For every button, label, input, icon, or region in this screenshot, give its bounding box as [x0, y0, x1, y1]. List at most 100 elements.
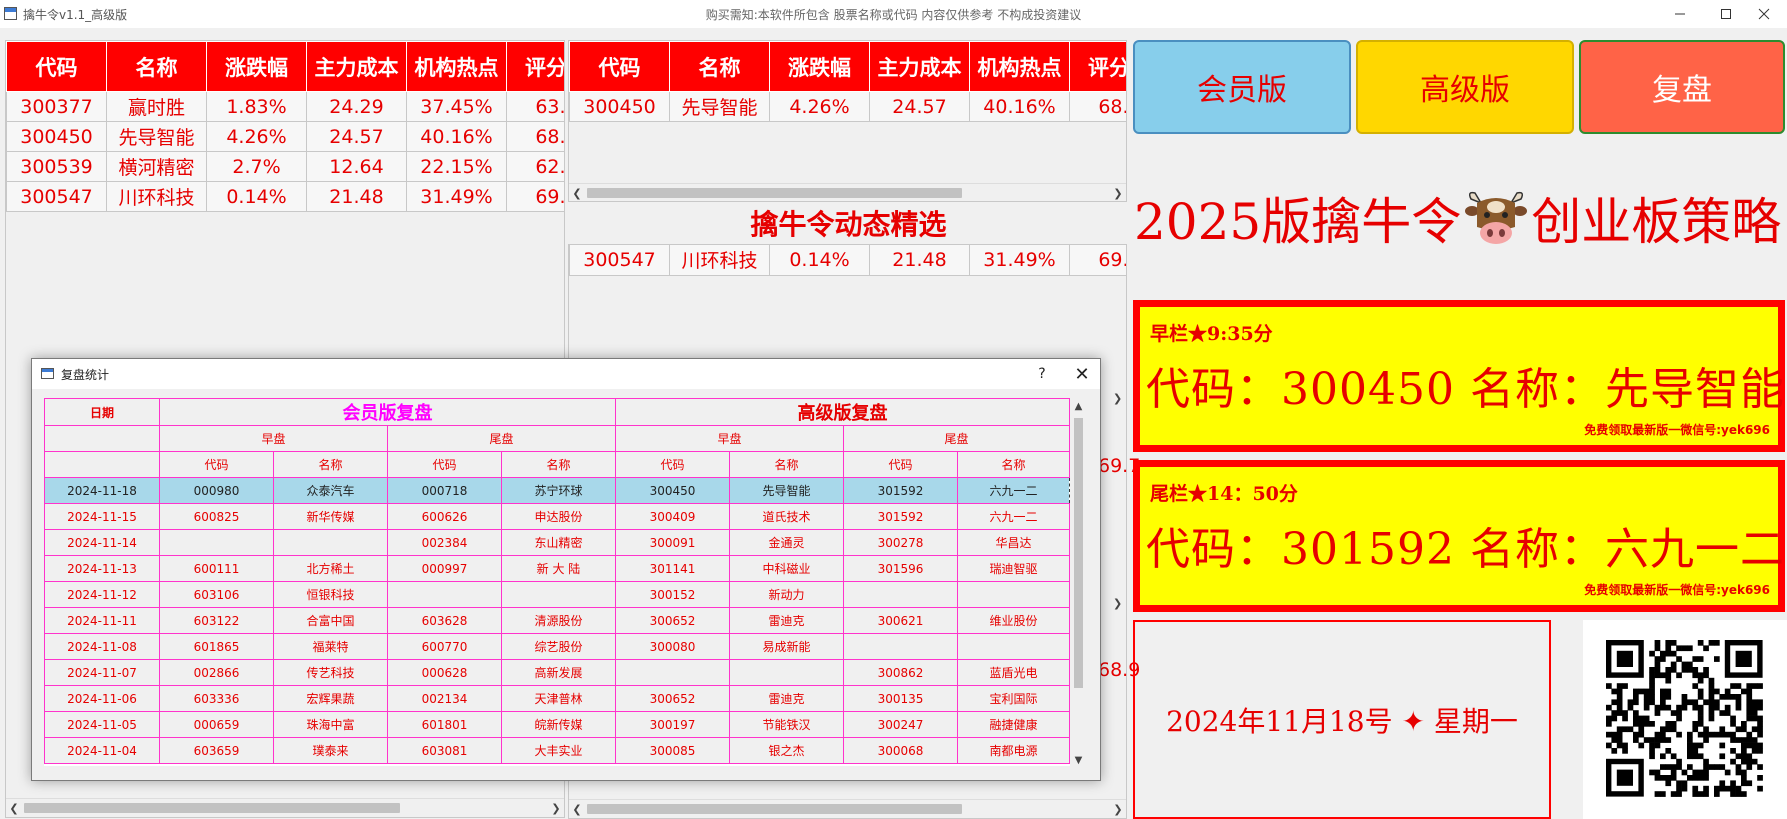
replay-button[interactable]: 复盘: [1579, 40, 1785, 134]
column-header[interactable]: 涨跌幅: [769, 41, 870, 92]
replay-date-cell[interactable]: 2024-11-15: [44, 503, 160, 530]
replay-cell[interactable]: 002384: [387, 529, 502, 556]
replay-row[interactable]: 2024-11-12 603106 恒银科技 300152 新动力: [44, 581, 1070, 608]
replay-cell[interactable]: [615, 659, 730, 686]
left-table-hscrollbar[interactable]: ❮ ❯: [6, 798, 564, 816]
replay-cell[interactable]: 300197: [615, 711, 730, 738]
table-row[interactable]: 300450先导智能4.26%24.5740.16%68.9: [6, 121, 564, 152]
replay-cell[interactable]: 融捷健康: [957, 711, 1070, 738]
scroll-thumb[interactable]: [1074, 418, 1083, 688]
replay-cell[interactable]: 603659: [159, 737, 274, 764]
table-cell[interactable]: 24.57: [306, 121, 407, 152]
replay-cell[interactable]: 603628: [387, 607, 502, 634]
replay-cell[interactable]: 璞泰来: [273, 737, 388, 764]
replay-cell[interactable]: 六九一二: [957, 477, 1070, 504]
replay-cell[interactable]: 301592: [843, 503, 958, 530]
replay-cell[interactable]: 节能铁汉: [729, 711, 844, 738]
replay-cell[interactable]: [729, 659, 844, 686]
table-cell[interactable]: 川环科技: [106, 181, 207, 212]
replay-cell[interactable]: 300621: [843, 607, 958, 634]
table-cell[interactable]: 68.9: [1069, 91, 1126, 122]
table-cell[interactable]: 300377: [6, 91, 107, 122]
replay-cell[interactable]: 601865: [159, 633, 274, 660]
replay-date-cell[interactable]: 2024-11-12: [44, 581, 160, 608]
replay-cell[interactable]: [957, 633, 1070, 660]
replay-cell[interactable]: 300450: [615, 477, 730, 504]
replay-date-cell[interactable]: 2024-11-14: [44, 529, 160, 556]
table-cell[interactable]: 赢时胜: [106, 91, 207, 122]
column-header[interactable]: 代码: [569, 41, 670, 92]
replay-cell[interactable]: 300068: [843, 737, 958, 764]
replay-cell[interactable]: 新华传媒: [273, 503, 388, 530]
replay-cell[interactable]: 皖新传媒: [501, 711, 616, 738]
replay-cell[interactable]: 300862: [843, 659, 958, 686]
replay-cell[interactable]: 福莱特: [273, 633, 388, 660]
table-cell[interactable]: 37.45%: [406, 91, 507, 122]
column-header[interactable]: 主力成本: [869, 41, 970, 92]
table-cell[interactable]: 横河精密: [106, 151, 207, 182]
replay-cell[interactable]: 道氏技术: [729, 503, 844, 530]
replay-cell[interactable]: 002134: [387, 685, 502, 712]
member-edition-button[interactable]: 会员版: [1133, 40, 1351, 134]
table-row[interactable]: 300539横河精密2.7%12.6422.15%62.9: [6, 151, 564, 182]
column-header[interactable]: 名称: [106, 41, 207, 92]
table-cell[interactable]: 先导智能: [106, 121, 207, 152]
replay-cell[interactable]: 600825: [159, 503, 274, 530]
replay-cell[interactable]: 金通灵: [729, 529, 844, 556]
replay-cell[interactable]: 申达股份: [501, 503, 616, 530]
replay-date-cell[interactable]: 2024-11-06: [44, 685, 160, 712]
table-cell[interactable]: 63.9: [506, 91, 564, 122]
replay-cell[interactable]: 300152: [615, 581, 730, 608]
dialog-close-button[interactable]: ✕: [1062, 359, 1102, 389]
replay-cell[interactable]: [387, 581, 502, 608]
replay-cell[interactable]: 新动力: [729, 581, 844, 608]
replay-cell[interactable]: 清源股份: [501, 607, 616, 634]
replay-cell[interactable]: 东山精密: [501, 529, 616, 556]
table-cell[interactable]: 24.29: [306, 91, 407, 122]
member-table-hscrollbar[interactable]: ❮ ❯: [569, 183, 1126, 201]
replay-cell[interactable]: 603122: [159, 607, 274, 634]
replay-row[interactable]: 2024-11-06 603336 宏辉果蔬 002134 天津普林 300652 雷迪克 3…: [44, 685, 1070, 712]
replay-cell[interactable]: [501, 581, 616, 608]
column-header[interactable]: 主力成本: [306, 41, 407, 92]
table-cell[interactable]: 40.16%: [406, 121, 507, 152]
replay-cell[interactable]: 300080: [615, 633, 730, 660]
replay-cell[interactable]: 苏宁环球: [501, 477, 616, 504]
replay-cell[interactable]: 众泰汽车: [273, 477, 388, 504]
replay-cell[interactable]: 300652: [615, 607, 730, 634]
replay-cell[interactable]: 雷迪克: [729, 607, 844, 634]
replay-cell[interactable]: [843, 581, 958, 608]
scroll-left-icon[interactable]: ❮: [569, 184, 585, 202]
table-cell[interactable]: 1.83%: [206, 91, 307, 122]
scroll-right-icon[interactable]: ❯: [1110, 184, 1126, 202]
close-window-button[interactable]: [1741, 0, 1787, 28]
table-cell[interactable]: 21.48: [306, 181, 407, 212]
column-header[interactable]: 代码: [6, 41, 107, 92]
replay-cell[interactable]: 新 大 陆: [501, 555, 616, 582]
replay-cell[interactable]: 300278: [843, 529, 958, 556]
date-column-header[interactable]: 日期: [44, 398, 160, 426]
table-cell[interactable]: 4.26%: [769, 91, 870, 122]
table-cell[interactable]: 68.9: [506, 121, 564, 152]
table-cell[interactable]: 300547: [6, 181, 107, 212]
table-cell[interactable]: 31.49%: [406, 181, 507, 212]
replay-date-cell[interactable]: 2024-11-04: [44, 737, 160, 764]
replay-cell[interactable]: 300085: [615, 737, 730, 764]
table-cell[interactable]: 2.7%: [206, 151, 307, 182]
table-cell[interactable]: 300539: [6, 151, 107, 182]
replay-cell[interactable]: 000980: [159, 477, 274, 504]
replay-cell[interactable]: 大丰实业: [501, 737, 616, 764]
replay-cell[interactable]: [159, 529, 274, 556]
minimize-button[interactable]: [1657, 0, 1703, 28]
scroll-left-icon[interactable]: ❮: [6, 799, 22, 817]
replay-cell[interactable]: 南都电源: [957, 737, 1070, 764]
replay-cell[interactable]: 中科磁业: [729, 555, 844, 582]
replay-table-container[interactable]: 日期 会员版复盘 高级版复盘 早盘 尾盘 早盘 尾盘 代码 名称 代码 名称 代…: [44, 398, 1084, 766]
replay-cell[interactable]: 301141: [615, 555, 730, 582]
replay-cell[interactable]: 601801: [387, 711, 502, 738]
replay-date-cell[interactable]: 2024-11-08: [44, 633, 160, 660]
table-cell[interactable]: 22.15%: [406, 151, 507, 182]
table-cell[interactable]: 31.49%: [969, 245, 1070, 276]
replay-row[interactable]: 2024-11-13 600111 北方稀土 000997 新 大 陆 301141 中科磁…: [44, 555, 1070, 582]
column-header[interactable]: 评分排: [1069, 41, 1126, 92]
